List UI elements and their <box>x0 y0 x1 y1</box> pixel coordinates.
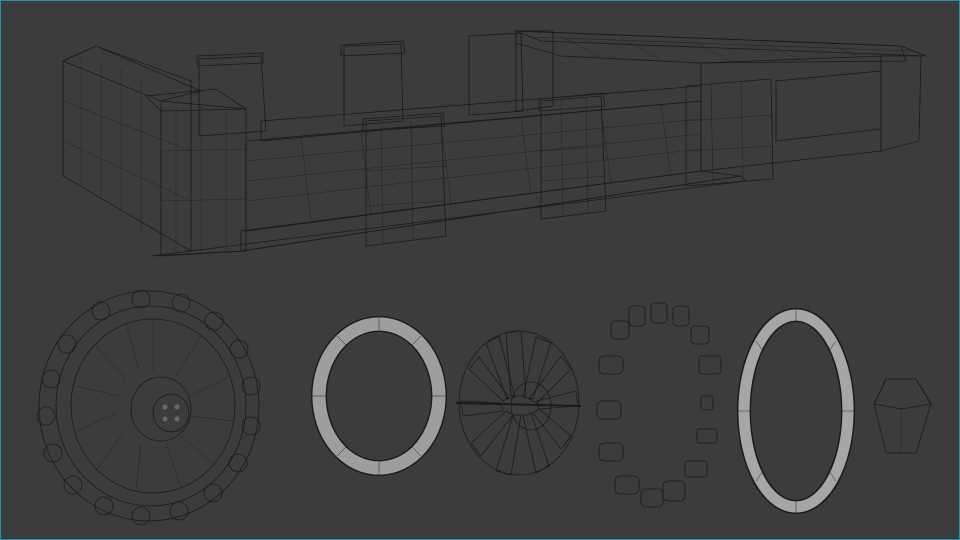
hub-cap <box>152 393 190 433</box>
sprocket-teeth-ring[interactable] <box>596 302 722 508</box>
3d-viewport[interactable] <box>0 0 960 540</box>
rim-ring[interactable] <box>737 308 855 514</box>
wheel-hub <box>130 376 192 442</box>
left-block-grid <box>62 56 247 255</box>
floor-grid <box>245 104 702 224</box>
scene-canvas <box>36 30 932 526</box>
assembled-sprocket-wheel[interactable] <box>36 289 261 526</box>
spoked-hub[interactable] <box>455 330 582 476</box>
tank-hull[interactable] <box>61 30 927 257</box>
outer-ring[interactable] <box>311 316 447 476</box>
hex-nut-cap[interactable] <box>873 378 932 454</box>
hub-bolts <box>162 404 180 422</box>
